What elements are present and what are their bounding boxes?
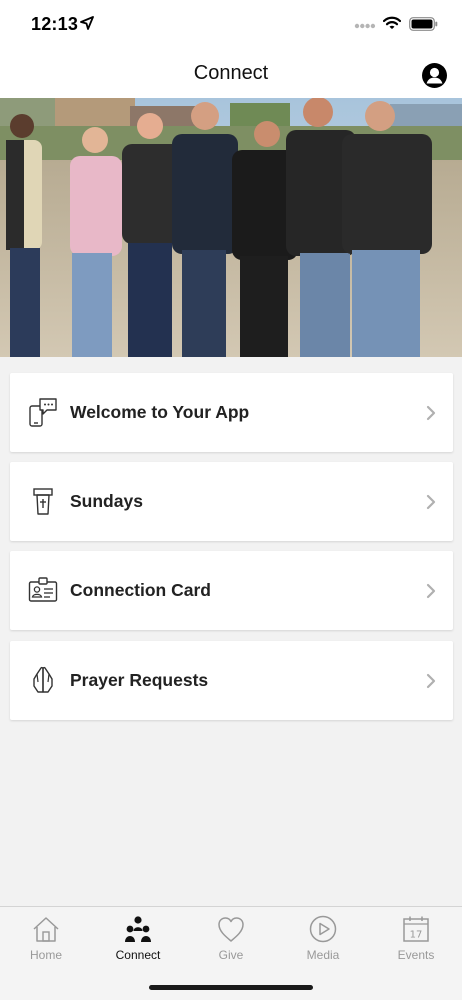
id-card-icon bbox=[28, 577, 58, 602]
tab-events[interactable]: 17 Events bbox=[370, 907, 462, 977]
battery-icon bbox=[409, 17, 438, 31]
calendar-icon: 17 bbox=[403, 916, 429, 942]
pulpit-icon bbox=[33, 488, 53, 515]
chevron-right-icon bbox=[426, 583, 436, 599]
chevron-right-icon bbox=[426, 494, 436, 510]
tab-label: Give bbox=[218, 948, 244, 962]
menu-item-sundays[interactable]: Sundays bbox=[10, 462, 453, 541]
home-indicator bbox=[149, 985, 313, 990]
profile-icon[interactable] bbox=[421, 62, 448, 89]
tab-label: Home bbox=[29, 948, 62, 962]
menu-item-label: Sundays bbox=[70, 491, 143, 511]
menu-item-label: Connection Card bbox=[70, 580, 211, 600]
tab-home[interactable]: Home bbox=[0, 907, 92, 977]
chevron-right-icon bbox=[426, 673, 436, 689]
hero-photo bbox=[0, 98, 462, 357]
tab-label: Connect bbox=[115, 948, 161, 962]
menu-item-prayer-requests[interactable]: Prayer Requests bbox=[10, 641, 453, 720]
praying-hands-icon bbox=[33, 666, 53, 693]
tab-label: Media bbox=[306, 948, 340, 962]
heart-icon bbox=[218, 917, 244, 942]
chevron-right-icon bbox=[426, 405, 436, 421]
phone-chat-icon bbox=[29, 398, 57, 427]
nav-header: Connect bbox=[0, 52, 462, 98]
tab-give[interactable]: Give bbox=[185, 907, 277, 977]
menu-item-label: Prayer Requests bbox=[70, 670, 209, 690]
status-time: 12:13 bbox=[31, 14, 79, 34]
tab-connect[interactable]: Connect bbox=[92, 907, 184, 977]
location-arrow-icon bbox=[80, 16, 94, 30]
menu-item-connection-card[interactable]: Connection Card bbox=[10, 551, 453, 630]
menu-item-label: Welcome to Your App bbox=[70, 402, 250, 422]
status-bar: 12:13 bbox=[0, 0, 462, 52]
menu-item-welcome[interactable]: Welcome to Your App bbox=[10, 373, 453, 452]
tab-media[interactable]: Media bbox=[277, 907, 369, 977]
signal-dots-icon bbox=[354, 23, 376, 29]
calendar-day: 17 bbox=[410, 930, 423, 941]
home-icon bbox=[33, 917, 59, 942]
people-icon bbox=[125, 916, 151, 942]
wifi-icon bbox=[383, 16, 401, 29]
tab-label: Events bbox=[397, 948, 435, 962]
play-icon bbox=[309, 915, 337, 943]
page-title: Connect bbox=[193, 62, 269, 84]
